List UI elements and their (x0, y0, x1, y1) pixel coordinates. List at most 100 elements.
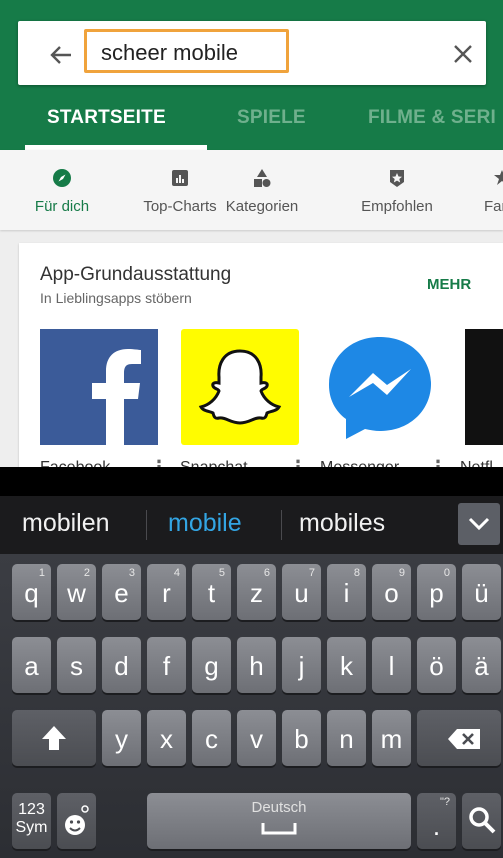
key-label: c (205, 724, 218, 754)
more-button[interactable]: MEHR (427, 276, 471, 293)
key-o[interactable]: 9o (372, 564, 411, 620)
snapchat-app-icon[interactable] (181, 329, 299, 445)
key-label: u (294, 578, 309, 608)
key-s[interactable]: s (57, 637, 96, 693)
key-i[interactable]: 8i (327, 564, 366, 620)
netflix-app-icon[interactable] (465, 329, 503, 445)
key-e[interactable]: 3e (102, 564, 141, 620)
key-hint: "? (439, 796, 450, 808)
suggestion-right[interactable]: mobiles (299, 509, 385, 538)
collapse-suggestions-button[interactable] (458, 503, 500, 545)
key-x[interactable]: x (147, 710, 186, 766)
key-g[interactable]: g (192, 637, 231, 693)
key-w[interactable]: 2w (57, 564, 96, 620)
key-oe[interactable]: ö (417, 637, 456, 693)
key-z[interactable]: 6z (237, 564, 276, 620)
key-label: f (162, 651, 171, 681)
key-ue[interactable]: ü (462, 564, 501, 620)
on-screen-keyboard: 1q 2w 3e 4r 5t 6z 7u 8i 9o 0p ü a s d f … (0, 554, 503, 858)
key-label: w (67, 578, 86, 608)
key-l[interactable]: l (372, 637, 411, 693)
suggestion-center[interactable]: mobile (168, 509, 242, 538)
back-arrow-icon[interactable] (46, 40, 76, 70)
key-label: g (204, 651, 219, 681)
key-n[interactable]: n (327, 710, 366, 766)
key-label: r (162, 578, 171, 608)
app-name[interactable]: Messenger (320, 459, 399, 467)
app-overflow-menu[interactable]: ⋮ (429, 457, 447, 467)
key-label: ä (474, 651, 489, 681)
key-label: n (339, 724, 354, 754)
key-label: ö (429, 651, 444, 681)
app-name[interactable]: Netfl (460, 459, 493, 467)
app-name[interactable]: Facebook (40, 459, 110, 467)
key-label: d (114, 651, 129, 681)
app-overflow-menu[interactable]: ⋮ (289, 457, 307, 467)
key-label: s (70, 651, 83, 681)
space-bar-icon (261, 823, 297, 835)
sub-navigation: Für dich Top-Charts Kategorien Empfohlen… (0, 150, 503, 230)
emoji-key[interactable] (57, 793, 96, 849)
search-icon (469, 807, 496, 834)
messenger-app-icon[interactable] (321, 329, 439, 445)
app-name[interactable]: Snapchat (180, 459, 248, 467)
tab-filme-serien[interactable]: FILME & SERI (368, 107, 496, 129)
key-a[interactable]: a (12, 637, 51, 693)
key-label: h (249, 651, 264, 681)
key-m[interactable]: m (372, 710, 411, 766)
key-b[interactable]: b (282, 710, 321, 766)
compass-icon (53, 169, 71, 187)
search-key[interactable] (462, 793, 501, 849)
subnav-label: Für dich (34, 198, 90, 215)
key-c[interactable]: c (192, 710, 231, 766)
sym-key[interactable]: 123 Sym (12, 793, 51, 849)
subnav-label: Empfohlen (361, 198, 433, 215)
key-f[interactable]: f (147, 637, 186, 693)
chevron-down-icon (468, 517, 490, 531)
backspace-icon (448, 729, 480, 749)
search-field-highlight[interactable]: scheer mobile (84, 29, 289, 73)
top-tabs: STARTSEITE SPIELE FILME & SERI (0, 97, 503, 149)
subnav-empfohlen[interactable]: Empfohlen (356, 150, 438, 230)
tab-startseite[interactable]: STARTSEITE (47, 107, 166, 129)
period-key[interactable]: "? . (417, 793, 456, 849)
family-icon (494, 170, 503, 185)
key-y[interactable]: y (102, 710, 141, 766)
key-r[interactable]: 4r (147, 564, 186, 620)
sym-key-label: 123 Sym (15, 801, 48, 836)
key-label: i (343, 578, 350, 608)
key-u[interactable]: 7u (282, 564, 321, 620)
clear-search-icon[interactable] (447, 38, 479, 70)
key-t[interactable]: 5t (192, 564, 231, 620)
key-q[interactable]: 1q (12, 564, 51, 620)
tab-spiele[interactable]: SPIELE (237, 107, 306, 129)
subnav-familie[interactable]: Far (482, 150, 503, 230)
key-d[interactable]: d (102, 637, 141, 693)
key-label: v (250, 724, 263, 754)
suggestion-bar: mobilen mobile mobiles (0, 496, 503, 554)
key-k[interactable]: k (327, 637, 366, 693)
key-h[interactable]: h (237, 637, 276, 693)
key-label: x (160, 724, 173, 754)
play-store-screen: scheer mobile STARTSEITE SPIELE FILME & … (0, 0, 503, 467)
key-v[interactable]: v (237, 710, 276, 766)
search-input[interactable]: scheer mobile (101, 40, 238, 66)
key-p[interactable]: 0p (417, 564, 456, 620)
key-ae[interactable]: ä (462, 637, 501, 693)
facebook-app-icon[interactable] (40, 329, 158, 445)
subnav-top-charts[interactable]: Top-Charts (130, 150, 230, 230)
key-label: k (340, 651, 353, 681)
backspace-key[interactable] (417, 710, 501, 766)
suggestion-divider (281, 510, 282, 540)
key-label: l (388, 651, 395, 681)
subnav-kategorien[interactable]: Kategorien (222, 150, 302, 230)
space-key[interactable]: Deutsch (147, 793, 411, 849)
key-label: . (432, 811, 441, 841)
card-title: App-Grundausstattung (40, 264, 232, 285)
shift-key[interactable] (12, 710, 96, 766)
app-overflow-menu[interactable]: ⋮ (150, 457, 168, 467)
key-j[interactable]: j (282, 637, 321, 693)
subnav-fuer-dich[interactable]: Für dich (30, 150, 94, 230)
suggestion-left[interactable]: mobilen (22, 509, 110, 538)
key-label: q (24, 578, 39, 608)
